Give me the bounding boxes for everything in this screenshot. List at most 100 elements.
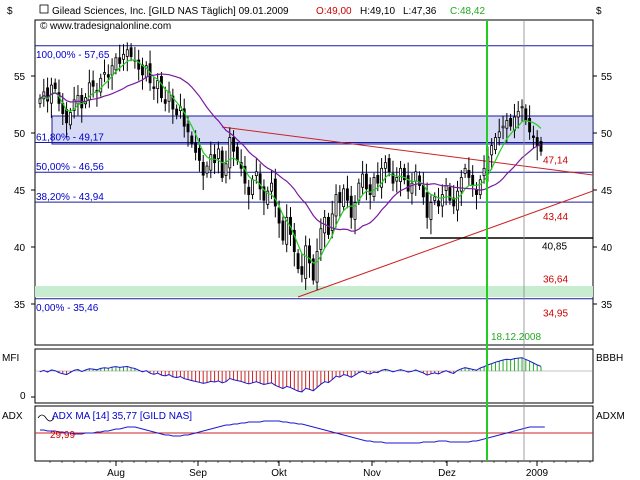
candle: [190, 135, 194, 144]
candle: [516, 110, 520, 118]
candle: [406, 175, 410, 192]
candle: [524, 108, 528, 121]
chart-canvas[interactable]: 35 35 40 40 45 45 50 50 55 55 100,00% - 57,65 61,80…: [0, 0, 640, 480]
x-tick-label: Nov: [363, 468, 381, 479]
candle: [425, 192, 429, 218]
candle: [156, 80, 160, 89]
candle: [315, 251, 319, 283]
candle: [254, 171, 258, 177]
candle: [478, 179, 482, 195]
candle: [103, 72, 106, 75]
candle: [395, 177, 399, 182]
y-tick-label-right: 50: [601, 129, 613, 140]
candle: [270, 182, 273, 192]
candle: [345, 188, 349, 201]
x-tick-label: 2009: [526, 468, 549, 479]
x-tick-label: Okt: [271, 468, 287, 479]
right-level-label: 47,14: [543, 156, 568, 167]
candle: [494, 137, 497, 151]
right-level-label: 40,85: [542, 241, 567, 252]
adx-label: ADX: [2, 411, 23, 422]
candle: [387, 158, 391, 173]
mfi-tick-label: 0: [20, 391, 26, 402]
candle: [361, 173, 365, 188]
candle: [421, 185, 425, 198]
candle: [482, 167, 486, 177]
candle: [175, 108, 179, 116]
candle: [463, 167, 467, 174]
candle: [520, 106, 524, 109]
candle: [228, 137, 232, 169]
candle: [110, 65, 114, 76]
right-level-label: 34,95: [543, 309, 568, 320]
candle: [448, 187, 452, 201]
candle: [372, 177, 376, 198]
candle: [535, 137, 539, 146]
adx-title: ADX MA [14] 35,77 [GILD NAS]: [52, 411, 192, 422]
candle: [528, 118, 532, 133]
mfi-panel[interactable]: [34, 348, 594, 404]
candle: [76, 94, 80, 105]
candle: [186, 123, 190, 133]
candle: [220, 150, 224, 178]
candle: [152, 86, 156, 89]
y-tick-label-right: 35: [601, 300, 613, 311]
candle: [539, 141, 543, 152]
x-tick-label: Sep: [189, 468, 207, 479]
candle: [383, 162, 387, 169]
candle: [114, 57, 118, 71]
candle: [232, 137, 236, 152]
candle: [205, 165, 209, 174]
candle: [368, 184, 372, 195]
fib-level-label: 61,80% - 49,17: [36, 132, 104, 143]
high-value: H:49,10: [360, 6, 395, 17]
candle: [118, 57, 122, 64]
candle: [338, 192, 342, 203]
chart-title: Gilead Sciences, Inc. [GILD NAS Täglich]…: [52, 6, 289, 17]
y-tick-label-right: 40: [601, 243, 613, 254]
candle: [300, 266, 304, 275]
candle: [399, 167, 403, 182]
candle: [68, 112, 72, 126]
candle: [357, 182, 361, 201]
candle: [296, 253, 300, 270]
y-tick-label-left: 40: [14, 243, 26, 254]
candle: [414, 171, 418, 182]
candle: [235, 146, 239, 161]
marker-date-label: 18.12.2008: [491, 332, 541, 343]
candle: [125, 49, 129, 57]
y-tick-label-right: 45: [601, 186, 613, 197]
open-value: O:49,00: [316, 6, 352, 17]
candle: [224, 163, 228, 176]
candle: [216, 148, 220, 159]
currency-left: $: [7, 6, 13, 17]
candle: [160, 76, 163, 99]
y-tick-label-left: 45: [14, 186, 26, 197]
y-tick-label-left: 55: [14, 72, 26, 83]
candle: [505, 120, 509, 129]
candle: [163, 99, 167, 104]
candle: [201, 162, 205, 176]
fib-level-label: 0,00% - 35,46: [36, 303, 99, 314]
candle: [197, 147, 201, 161]
website-label: www.tradesignalonline.com: [49, 21, 171, 32]
candle: [440, 194, 444, 207]
candle: [459, 177, 463, 192]
adx-right-label: ADXM: [596, 411, 625, 422]
candle: [456, 190, 459, 211]
candle: [106, 74, 110, 78]
candle: [129, 47, 133, 58]
x-tick-label: Dez: [438, 468, 456, 479]
candle: [91, 80, 95, 87]
right-level-label: 36,64: [543, 274, 568, 285]
copyright-icon: ©: [40, 21, 48, 32]
candle: [277, 207, 281, 224]
candle: [531, 135, 535, 138]
candle: [497, 131, 501, 138]
candle: [490, 145, 494, 156]
y-tick-label-left: 50: [14, 129, 26, 140]
candle: [433, 196, 437, 201]
candle: [334, 194, 338, 217]
candle: [65, 109, 69, 124]
candle: [273, 178, 277, 207]
